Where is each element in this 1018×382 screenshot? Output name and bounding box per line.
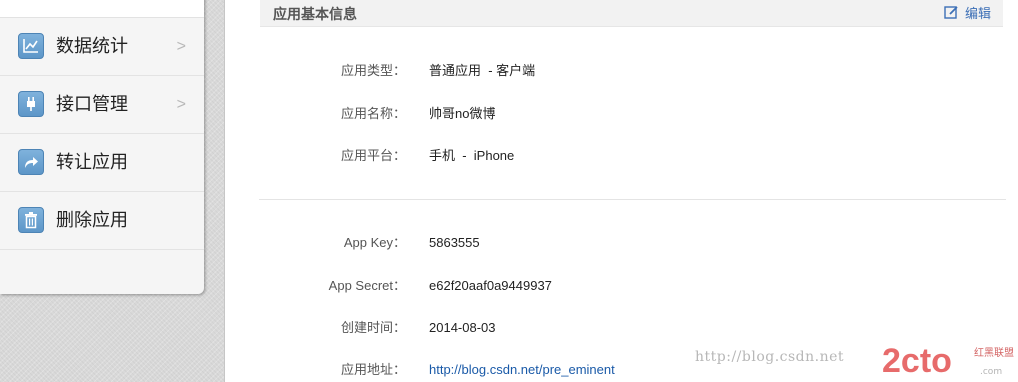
edit-label: 编辑 — [964, 6, 991, 21]
sidebar: 数据统计 > 接口管理 > 转让应用 删除应用 — [0, 0, 204, 294]
info-label: App Secret： — [328, 278, 406, 293]
watermark-logo-text: 2cto — [882, 342, 952, 380]
section-divider — [259, 199, 1006, 200]
main-content: 应用基本信息 编辑 应用类型： 普通应用 - 客户端 应用名称： 帅哥no微博 … — [225, 0, 1018, 382]
info-value: 手机 - iPhone — [429, 148, 515, 163]
app-url-link[interactable]: http://blog.csdn.net/pre_eminent — [429, 362, 615, 377]
info-row-created: 创建时间： 2014-08-03 — [225, 319, 985, 337]
info-label: 应用地址： — [340, 362, 406, 377]
watermark-logo: 2cto 红黑联盟 .com — [880, 336, 1018, 382]
sidebar-item-label: 接口管理 — [56, 94, 128, 114]
share-icon — [18, 149, 44, 175]
edit-button[interactable]: 编辑 — [944, 3, 991, 22]
sidebar-item-api[interactable]: 接口管理 > — [0, 76, 204, 134]
info-value: http://blog.csdn.net/pre_eminent — [429, 361, 615, 379]
info-row-type: 应用类型： 普通应用 - 客户端 — [225, 62, 985, 80]
info-row-name: 应用名称： 帅哥no微博 — [225, 105, 985, 123]
sidebar-item-label: 删除应用 — [56, 210, 128, 230]
plug-icon — [18, 91, 44, 117]
info-label: 应用类型： — [340, 63, 406, 78]
info-value: e62f20aaf0a9449937 — [429, 278, 552, 293]
info-row-app-secret: App Secret： e62f20aaf0a9449937 — [225, 277, 985, 295]
info-value: 普通应用 - 客户端 — [429, 63, 536, 78]
edit-icon — [944, 6, 958, 19]
watermark-url: http://blog.csdn.net — [695, 349, 845, 365]
info-value: 2014-08-03 — [429, 320, 496, 335]
info-label: 应用平台： — [340, 148, 406, 163]
watermark-logo-tag: 红黑联盟 — [974, 346, 1014, 359]
sidebar-top — [0, 0, 204, 18]
info-row-app-key: App Key： 5863555 — [225, 234, 985, 252]
info-label: 应用名称： — [340, 106, 406, 121]
info-value: 5863555 — [429, 235, 480, 250]
sidebar-item-stats[interactable]: 数据统计 > — [0, 18, 204, 76]
chevron-right-icon: > — [176, 96, 186, 113]
section-title: 应用基本信息 — [273, 6, 357, 22]
info-value: 帅哥no微博 — [429, 106, 496, 121]
info-row-app-url: 应用地址： http://blog.csdn.net/pre_eminent — [225, 361, 985, 379]
trash-icon — [18, 207, 44, 233]
watermark-logo-sub: .com — [980, 367, 1002, 377]
section-header: 应用基本信息 编辑 — [260, 0, 1003, 27]
chart-icon — [18, 33, 44, 59]
info-label: 创建时间： — [340, 320, 406, 335]
sidebar-item-label: 数据统计 — [56, 36, 128, 56]
sidebar-item-transfer[interactable]: 转让应用 — [0, 134, 204, 192]
chevron-right-icon: > — [176, 38, 186, 55]
info-label: App Key： — [343, 235, 406, 250]
sidebar-item-delete[interactable]: 删除应用 — [0, 192, 204, 250]
info-row-platform: 应用平台： 手机 - iPhone — [225, 147, 985, 165]
sidebar-item-label: 转让应用 — [56, 152, 128, 172]
